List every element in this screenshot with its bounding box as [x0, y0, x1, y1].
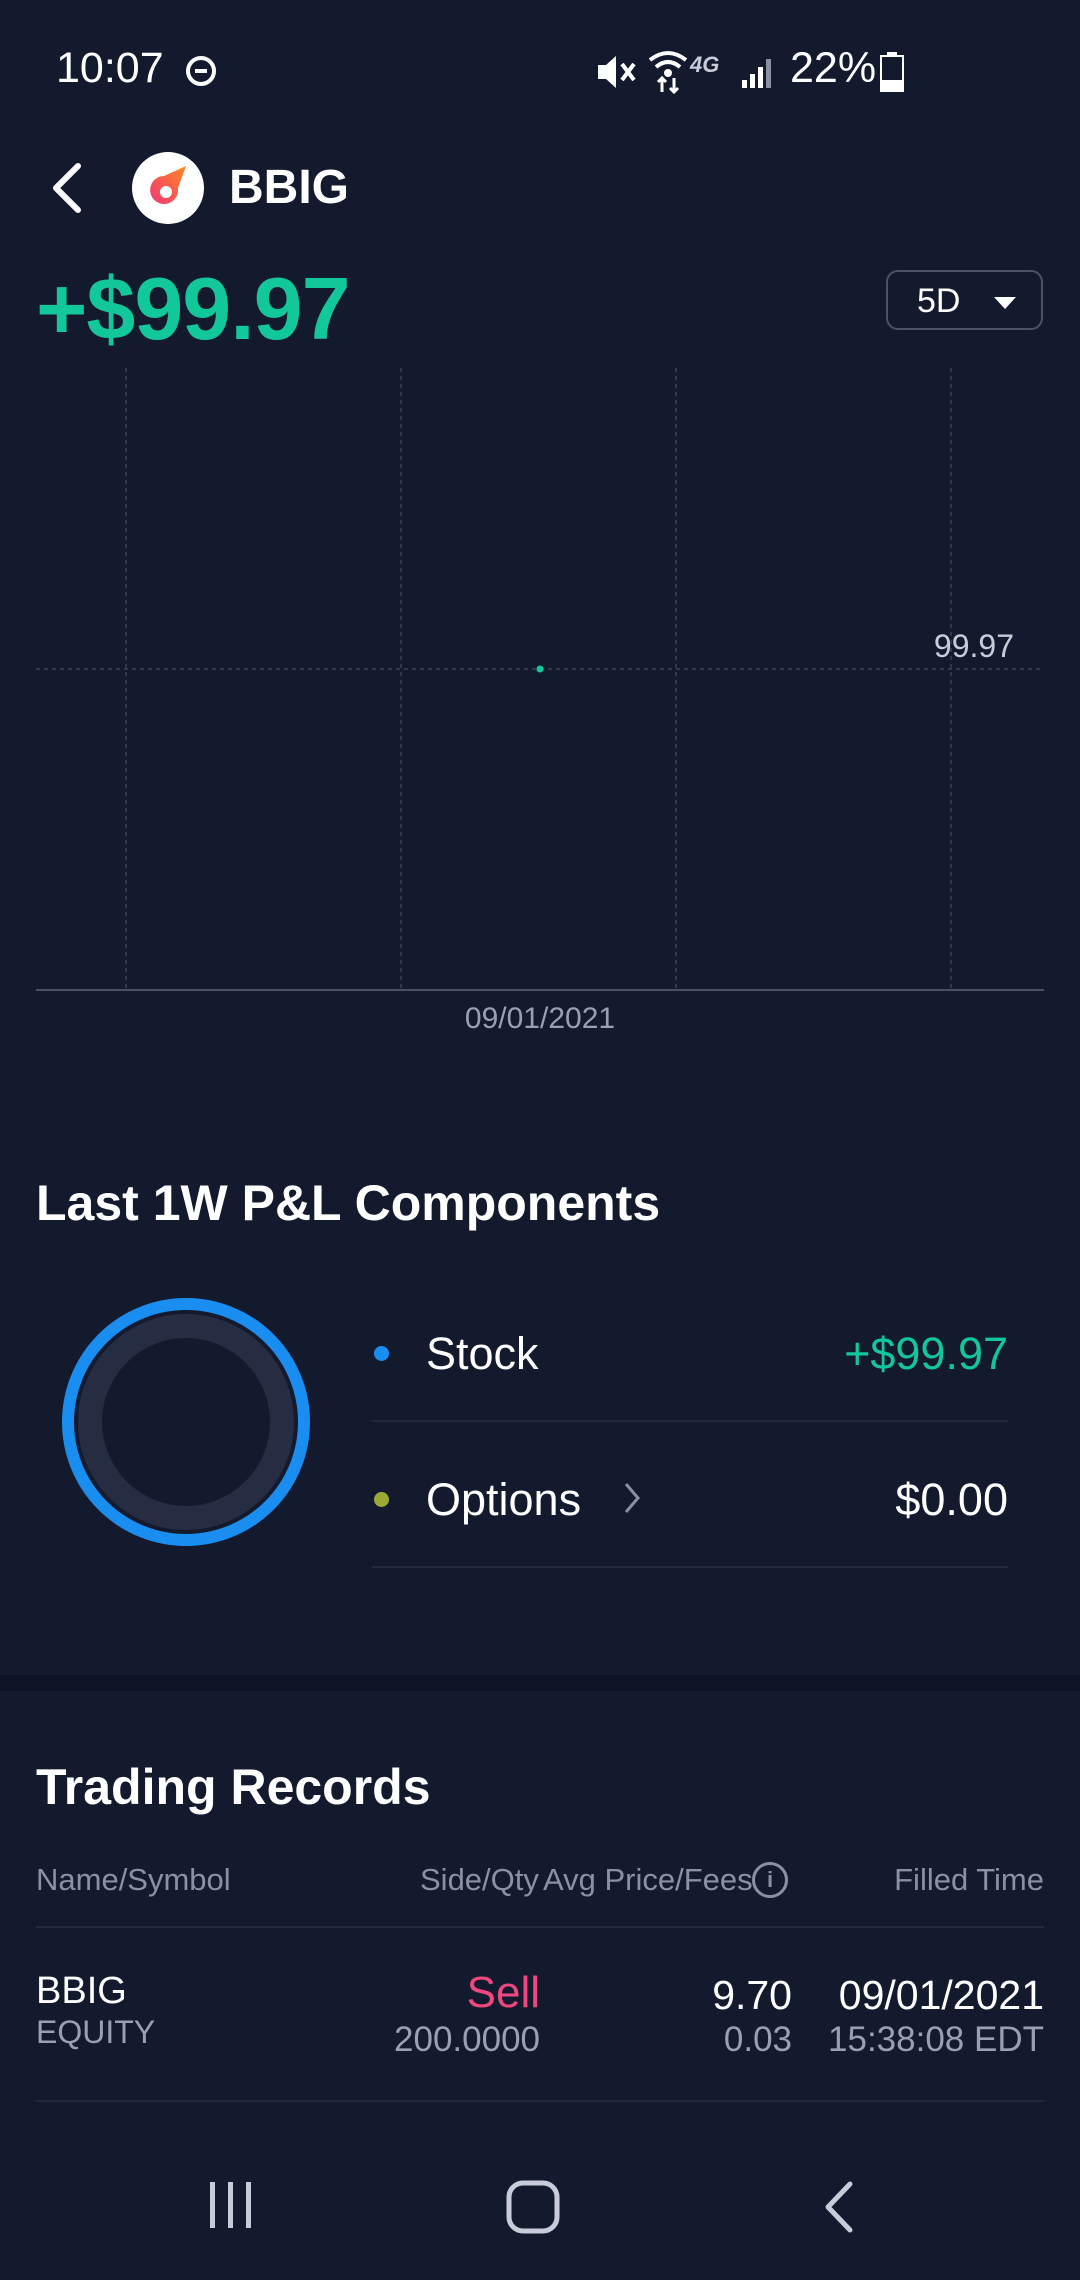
record-avg-price: 9.70 [712, 1972, 792, 2018]
record-type: EQUITY [36, 2014, 156, 2050]
record-fees: 0.03 [723, 2020, 792, 2059]
status-time: 10:07 [56, 44, 164, 92]
component-label-stock: Stock [426, 1328, 539, 1379]
recent-apps-icon[interactable] [206, 2180, 256, 2230]
network-label: 4G [690, 52, 720, 77]
record-side: Sell [466, 1968, 540, 2017]
component-label-options: Options [426, 1474, 582, 1525]
x-tick-label: 09/01/2021 [464, 1002, 616, 1035]
table-row[interactable]: BBIG EQUITY Sell 200.0000 9.70 0.03 09/0… [0, 1928, 1080, 2100]
signal-icon [742, 59, 771, 88]
range-label: 5D [917, 282, 961, 320]
section-separator [0, 1675, 1080, 1691]
stock-symbol: BBIG [229, 161, 349, 214]
divider [372, 1420, 1008, 1422]
rocket-logo-icon [132, 152, 204, 224]
back-button[interactable] [44, 160, 92, 216]
record-date: 09/01/2021 [838, 1972, 1044, 2018]
nav-back-icon[interactable] [818, 2180, 858, 2234]
do-not-disturb-icon [186, 56, 216, 86]
caret-down-icon [994, 297, 1016, 309]
wifi-icon [648, 51, 688, 94]
options-dot [374, 1492, 389, 1507]
mute-icon [598, 56, 636, 88]
column-header-time: Filled Time [894, 1862, 1044, 1897]
component-row-options[interactable]: Options $0.00 [0, 1456, 1080, 1568]
component-row-stock: Stock +$99.97 [0, 1310, 1080, 1422]
component-value-stock: +$99.97 [844, 1328, 1008, 1379]
record-time: 15:38:08 EDT [828, 2020, 1044, 2059]
reference-label: 99.97 [934, 628, 1014, 664]
home-icon[interactable] [506, 2180, 560, 2234]
column-header-side: Side/Qty [420, 1862, 539, 1897]
pnl-chart: 99.97 [36, 368, 1044, 991]
stock-dot [374, 1346, 389, 1361]
component-value-options: $0.00 [895, 1474, 1008, 1525]
battery-percent: 22% [790, 44, 877, 92]
record-symbol: BBIG [36, 1970, 127, 2012]
records-title: Trading Records [36, 1759, 431, 1815]
record-qty: 200.0000 [394, 2020, 540, 2059]
components-title: Last 1W P&L Components [36, 1175, 661, 1231]
chevron-right-icon [624, 1483, 640, 1513]
column-header-name: Name/Symbol [36, 1862, 231, 1897]
battery-icon [880, 52, 904, 92]
pnl-value: +$99.97 [36, 259, 351, 358]
info-icon[interactable]: i [752, 1862, 788, 1898]
column-header-price: Avg Price/Fees [543, 1862, 753, 1897]
divider [372, 1566, 1008, 1568]
data-point [536, 665, 544, 673]
divider [36, 2100, 1044, 2102]
range-dropdown[interactable]: 5D [886, 270, 1043, 330]
